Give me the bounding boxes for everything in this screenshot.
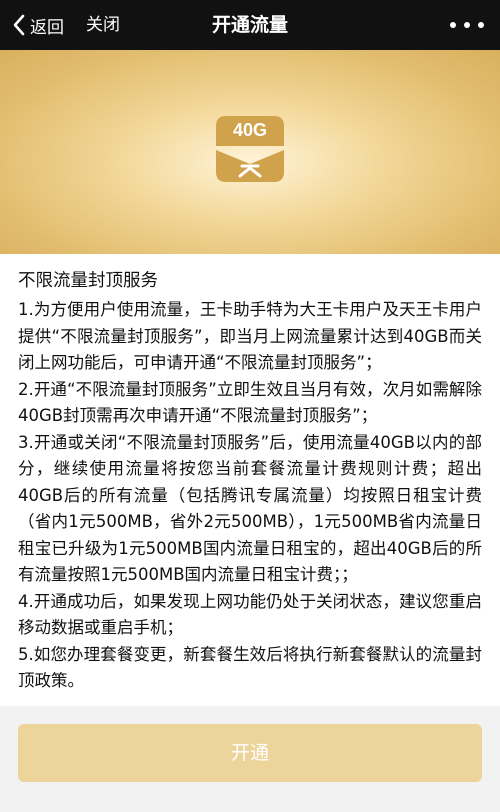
terms-item-4: 4.开通成功后，如果发现上网功能仍处于关闭状态，建议您重启移动数据或重启手机；: [18, 591, 482, 638]
data-badge-label: 40G: [232, 120, 268, 140]
more-dot-icon: [464, 22, 470, 28]
terms-item-1: 1.为方便用户使用流量，王卡助手特为大王卡用户及天王卡用户提供“不限流量封顶服务…: [18, 300, 482, 372]
back-label: 返回: [30, 17, 64, 38]
page-title: 开通流量: [211, 14, 288, 36]
more-dot-icon: [478, 22, 484, 28]
terms-item-5: 5.如您办理套餐变更，新套餐生效后将执行新套餐默认的流量封顶政策。: [18, 644, 482, 691]
section-heading: 不限流量封顶服务: [18, 271, 158, 291]
back-button[interactable]: 返回: [12, 0, 64, 50]
terms-item-3: 3.开通或关闭“不限流量封顶服务”后，使用流量40GB以内的部分，继续使用流量将…: [18, 432, 483, 585]
more-menu-button[interactable]: [450, 0, 484, 50]
header-banner: 40G: [0, 50, 500, 254]
navbar: 返回 关闭 开通流量: [0, 0, 500, 50]
close-button[interactable]: 关闭: [86, 0, 120, 50]
terms-item-2: 2.开通“不限流量封顶服务”立即生效且当月有效，次月如需解除40GB封顶需再次申…: [18, 379, 482, 426]
data-card-icon: 40G: [216, 116, 284, 182]
chevron-left-icon: [13, 14, 25, 36]
activate-button[interactable]: 开通: [18, 724, 482, 782]
more-dot-icon: [450, 22, 456, 28]
service-description: 不限流量封顶服务 1.为方便用户使用流量，王卡助手特为大王卡用户及天王卡用户提供…: [0, 254, 500, 706]
